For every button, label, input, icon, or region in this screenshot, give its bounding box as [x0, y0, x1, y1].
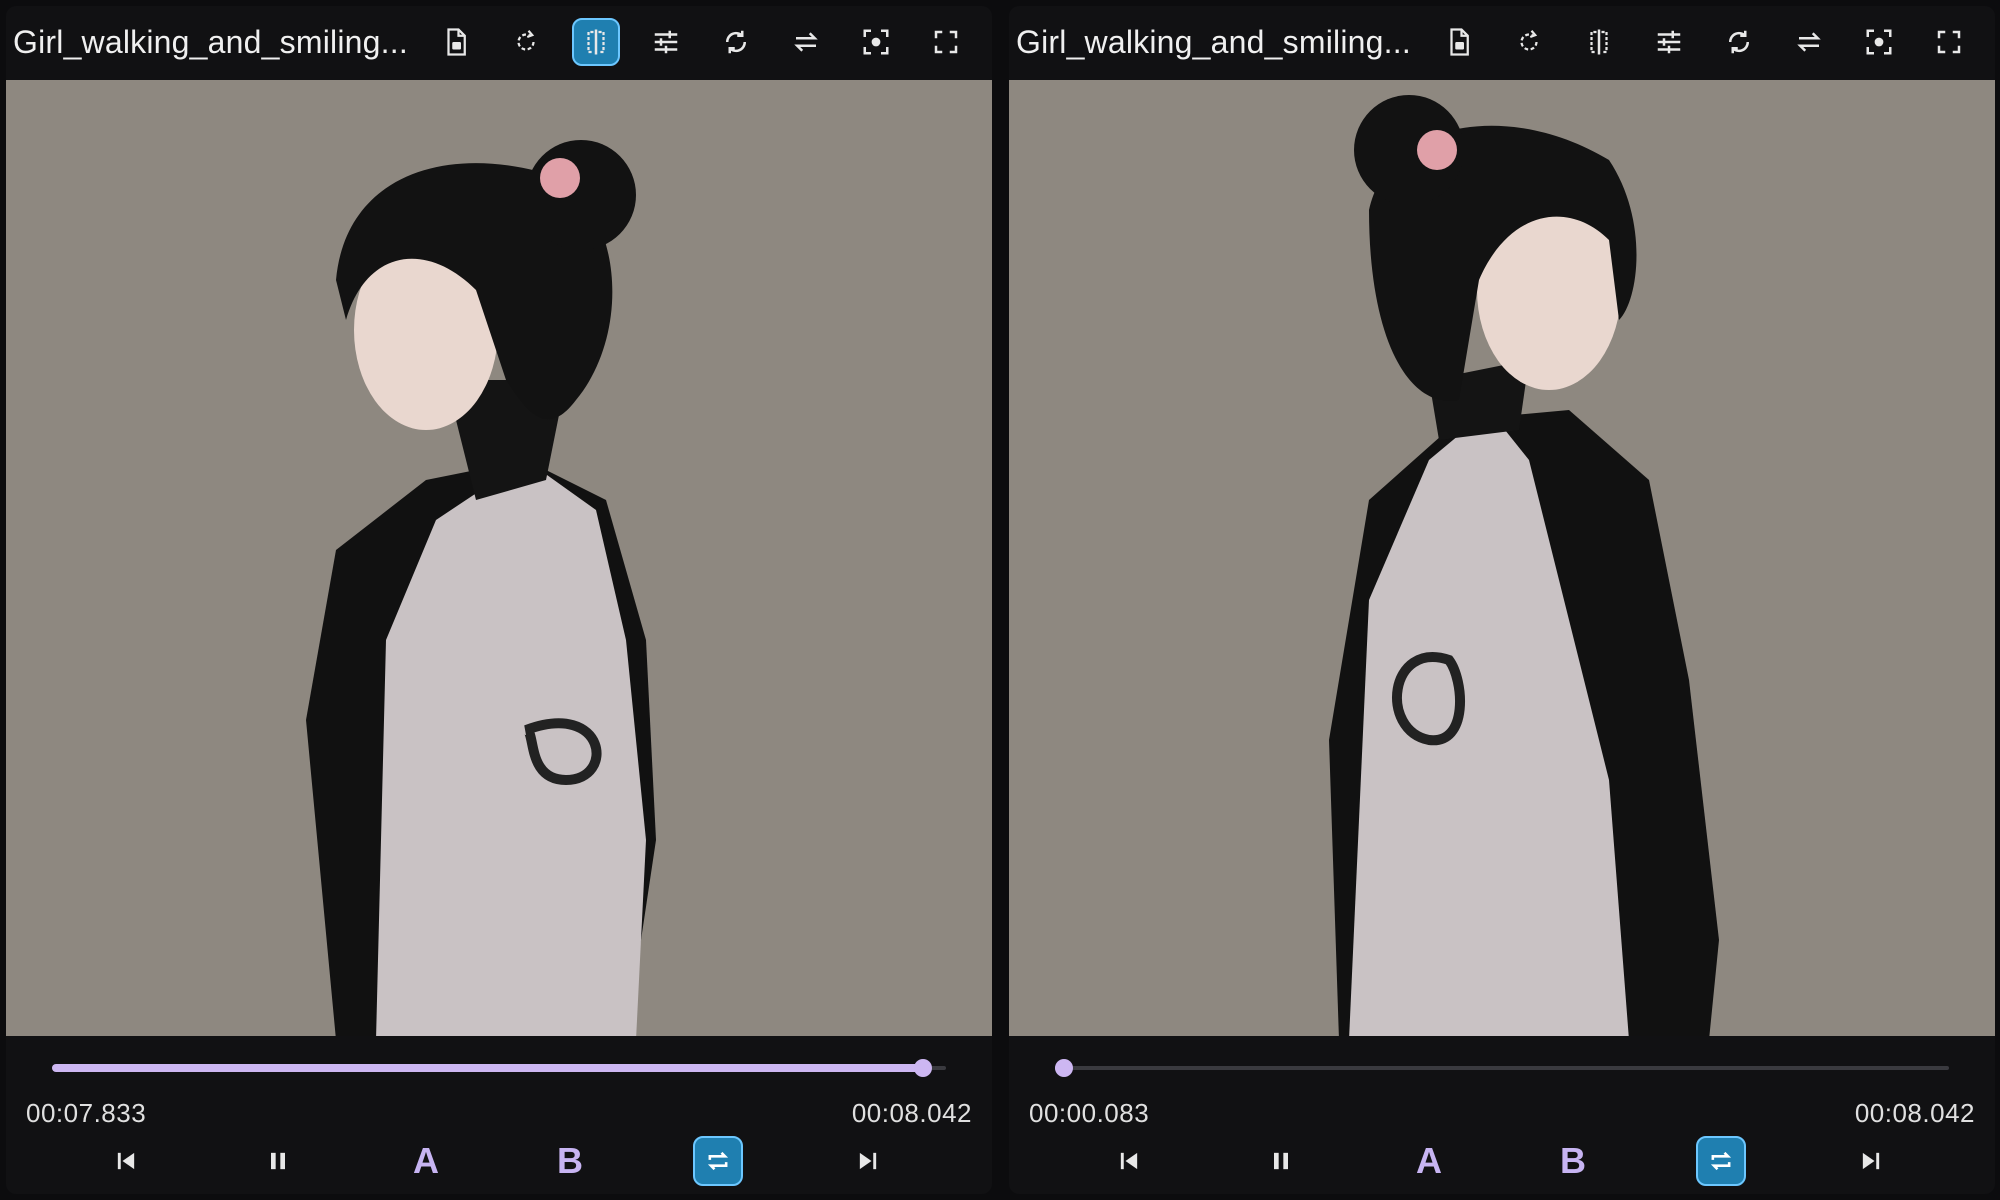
current-time: 00:07.833 [26, 1098, 147, 1128]
duration: 00:08.042 [1854, 1098, 1975, 1128]
sync-button[interactable] [712, 18, 760, 66]
pause-icon [264, 1147, 292, 1175]
seek-bar[interactable] [1054, 1059, 1949, 1077]
seek-handle[interactable] [1054, 1059, 1073, 1077]
compare-split-button[interactable] [572, 18, 620, 66]
adjust-sliders-icon [651, 27, 681, 57]
current-time: 00:00.083 [1029, 1098, 1150, 1128]
panel-header: Girl_walking_and_smiling... [6, 6, 992, 78]
skip-next-icon [1857, 1147, 1885, 1175]
rotate-icon [511, 27, 541, 57]
fullscreen-icon [931, 27, 961, 57]
duration: 00:08.042 [851, 1098, 972, 1128]
screenshot-button[interactable] [1855, 18, 1903, 66]
file-info-button[interactable] [432, 18, 480, 66]
compare-split-button[interactable] [1575, 18, 1623, 66]
playback-controls: 00:00.083 00:08.042 A B [1009, 1036, 1995, 1194]
playback-buttons: A B [1009, 1136, 1995, 1190]
loop-button[interactable] [693, 1136, 743, 1186]
video-image [6, 80, 992, 1036]
loop-icon [1707, 1147, 1735, 1175]
toolbar [1435, 18, 1995, 66]
rotate-button[interactable] [502, 18, 550, 66]
loop-point-a-button[interactable]: A [401, 1136, 451, 1186]
seek-progress [52, 1064, 923, 1072]
pause-button[interactable] [253, 1136, 303, 1186]
compare-split-icon [1584, 27, 1614, 57]
video-title[interactable]: Girl_walking_and_smiling... [1016, 24, 1425, 61]
swap-icon [1794, 27, 1824, 57]
rotate-button[interactable] [1505, 18, 1553, 66]
video-panel-left: Girl_walking_and_smiling... 00:07.833 00… [6, 6, 992, 1194]
fullscreen-button[interactable] [922, 18, 970, 66]
file-info-button[interactable] [1435, 18, 1483, 66]
loop-point-b-button[interactable]: B [545, 1136, 595, 1186]
screenshot-icon [1864, 27, 1894, 57]
video-image [1009, 80, 1995, 1036]
loop-point-a-button[interactable]: A [1404, 1136, 1454, 1186]
pause-button[interactable] [1256, 1136, 1306, 1186]
previous-button[interactable] [1104, 1136, 1154, 1186]
fullscreen-icon [1934, 27, 1964, 57]
file-info-icon [1444, 27, 1474, 57]
screenshot-icon [861, 27, 891, 57]
video-title[interactable]: Girl_walking_and_smiling... [13, 24, 422, 61]
next-button[interactable] [843, 1136, 893, 1186]
adjust-button[interactable] [1645, 18, 1693, 66]
rotate-icon [1514, 27, 1544, 57]
toolbar [432, 18, 992, 66]
skip-next-icon [854, 1147, 882, 1175]
video-panel-right: Girl_walking_and_smiling... 00:00.083 00… [1009, 6, 1995, 1194]
swap-icon [791, 27, 821, 57]
sync-icon [1724, 27, 1754, 57]
seek-bar[interactable] [52, 1059, 946, 1077]
video-frame[interactable] [1009, 80, 1995, 1036]
compare-split-icon [581, 27, 611, 57]
playback-buttons: A B [6, 1136, 992, 1190]
panel-header: Girl_walking_and_smiling... [1009, 6, 1995, 78]
seek-handle[interactable] [913, 1059, 932, 1077]
video-frame[interactable] [6, 80, 992, 1036]
loop-button[interactable] [1696, 1136, 1746, 1186]
loop-icon [704, 1147, 732, 1175]
skip-previous-icon [112, 1147, 140, 1175]
sync-icon [721, 27, 751, 57]
swap-button[interactable] [782, 18, 830, 66]
playback-controls: 00:07.833 00:08.042 A B [6, 1036, 992, 1194]
previous-button[interactable] [101, 1136, 151, 1186]
sync-button[interactable] [1715, 18, 1763, 66]
skip-previous-icon [1115, 1147, 1143, 1175]
loop-point-b-button[interactable]: B [1548, 1136, 1598, 1186]
file-info-icon [441, 27, 471, 57]
swap-button[interactable] [1785, 18, 1833, 66]
fullscreen-button[interactable] [1925, 18, 1973, 66]
next-button[interactable] [1846, 1136, 1896, 1186]
pause-icon [1267, 1147, 1295, 1175]
adjust-button[interactable] [642, 18, 690, 66]
adjust-sliders-icon [1654, 27, 1684, 57]
screenshot-button[interactable] [852, 18, 900, 66]
